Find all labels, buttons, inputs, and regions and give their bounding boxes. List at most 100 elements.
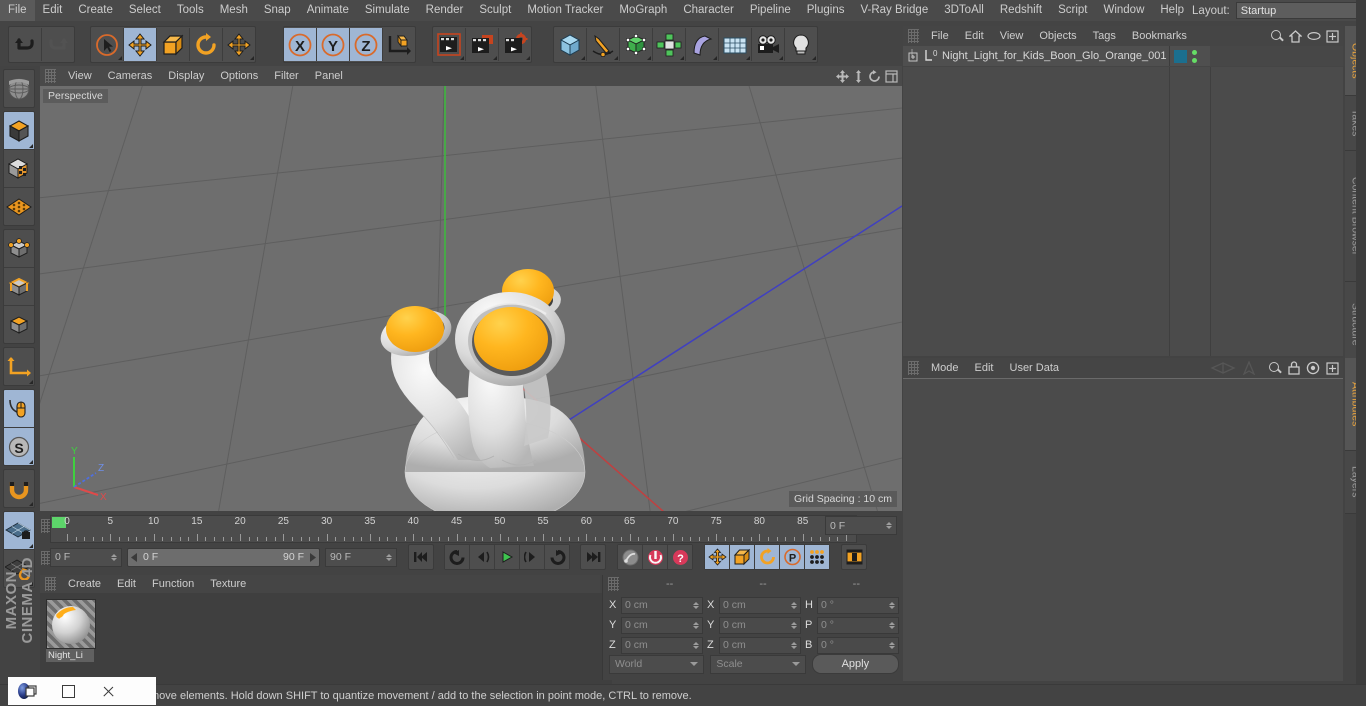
coordinate-system-select[interactable]: World — [609, 654, 705, 674]
light-button[interactable] — [785, 28, 817, 61]
target-icon[interactable] — [1306, 361, 1320, 375]
visibility-dot-editor[interactable] — [1192, 49, 1197, 55]
play-forwards-button[interactable] — [495, 545, 520, 569]
coord-size-y-input[interactable]: 0 cm — [719, 616, 801, 634]
primitive-cube-button[interactable] — [554, 28, 587, 61]
viewport-maximize-icon[interactable] — [885, 69, 898, 83]
step-forward-button[interactable] — [520, 545, 545, 569]
chevron-down-icon[interactable] — [791, 662, 800, 666]
timeline-frame-spinner[interactable] — [885, 520, 892, 531]
viewport-menu-view[interactable]: View — [60, 66, 100, 86]
current-frame-field[interactable]: 0 F — [50, 547, 122, 567]
attribute-menu-user-data[interactable]: User Data — [1002, 358, 1068, 378]
viewport-scale-icon[interactable] — [853, 69, 864, 83]
object-tree[interactable]: 0 Night_Light_for_Kids_Boon_Glo_Orange_0… — [903, 46, 1343, 356]
attribute-content[interactable] — [903, 378, 1343, 681]
loop-button[interactable] — [545, 545, 569, 569]
object-menu-file[interactable]: File — [923, 26, 957, 46]
material-item[interactable]: Night_Li — [46, 599, 96, 662]
coordinates-grip[interactable] — [608, 577, 619, 591]
material-menu-function[interactable]: Function — [144, 575, 202, 593]
object-menu-view[interactable]: View — [992, 26, 1032, 46]
object-column-divider-2[interactable] — [1210, 66, 1211, 356]
uv-polygon-mode-button[interactable] — [4, 188, 34, 225]
coord-rot-b-spinner[interactable] — [888, 640, 895, 651]
magnet-button[interactable] — [4, 470, 34, 507]
timeline-frame-field[interactable]: 0 F — [825, 516, 897, 535]
menu-item-help[interactable]: Help — [1152, 0, 1192, 21]
object-dots[interactable] — [1192, 49, 1197, 63]
coord-size-x-spinner[interactable] — [790, 600, 797, 611]
range-right-arrow-icon[interactable] — [307, 552, 316, 562]
lock-icon[interactable] — [1288, 361, 1300, 375]
coordinate-mode-select[interactable]: Scale — [710, 654, 806, 674]
material-tag-icon[interactable] — [1174, 49, 1187, 63]
coord-rot-h-spinner[interactable] — [888, 600, 895, 611]
nurbs-generator-button[interactable] — [620, 28, 653, 61]
viewport-menu-options[interactable]: Options — [212, 66, 266, 86]
rotate-tool-button[interactable] — [190, 28, 223, 61]
coord-size-y-spinner[interactable] — [790, 620, 797, 631]
menu-item-tools[interactable]: Tools — [169, 0, 212, 21]
menu-item-mesh[interactable]: Mesh — [212, 0, 256, 21]
menu-item-plugins[interactable]: Plugins — [799, 0, 853, 21]
object-menu-bookmarks[interactable]: Bookmarks — [1124, 26, 1195, 46]
live-selection-button[interactable] — [91, 28, 124, 61]
mograph-array-button[interactable] — [653, 28, 686, 61]
axis-x-button[interactable]: X — [284, 28, 317, 61]
render-settings-button[interactable] — [499, 28, 531, 61]
max-frame-spinner[interactable] — [385, 552, 392, 563]
step-back-button[interactable] — [470, 545, 495, 569]
attribute-manager-grip[interactable] — [908, 361, 919, 375]
coord-rot-p-spinner[interactable] — [888, 620, 895, 631]
timeline-range-slider[interactable]: 0 F 90 F — [127, 547, 320, 567]
goto-end-button[interactable] — [580, 544, 606, 570]
table-row[interactable]: 0 Night_Light_for_Kids_Boon_Glo_Orange_0… — [903, 46, 1343, 67]
eye-icon[interactable] — [1307, 31, 1321, 41]
menu-item-create[interactable]: Create — [70, 0, 121, 21]
coord-pos-z-input[interactable]: 0 cm — [621, 636, 703, 654]
object-axis-button[interactable] — [4, 348, 34, 385]
spline-pen-button[interactable] — [587, 28, 620, 61]
render-to-picture-viewer-button[interactable] — [466, 28, 499, 61]
timeline-ruler[interactable]: 051015202530354045505560657075808590 — [50, 515, 857, 543]
coord-size-z-input[interactable]: 0 cm — [719, 636, 801, 654]
viewport-rotate-icon[interactable] — [868, 69, 881, 83]
autokeying-button[interactable] — [618, 545, 643, 569]
render-view-button[interactable] — [433, 28, 466, 61]
menu-item-window[interactable]: Window — [1095, 0, 1152, 21]
move-tool-alt-button[interactable] — [223, 28, 255, 61]
apply-button[interactable]: Apply — [811, 654, 899, 674]
record-active-objects-button[interactable] — [643, 545, 668, 569]
menu-item-render[interactable]: Render — [418, 0, 472, 21]
menu-item-simulate[interactable]: Simulate — [357, 0, 418, 21]
bend-deformer-button[interactable] — [686, 28, 719, 61]
search-icon[interactable] — [1268, 361, 1282, 375]
goto-start-button[interactable] — [408, 544, 434, 570]
home-icon[interactable] — [1289, 29, 1302, 43]
camera-button[interactable] — [752, 28, 785, 61]
menu-item-edit[interactable]: Edit — [35, 0, 71, 21]
menu-item-pipeline[interactable]: Pipeline — [742, 0, 799, 21]
viewport-3d[interactable]: Perspective Grid Spacing : 10 cm Y X Z — [40, 86, 902, 511]
make-editable-button[interactable] — [4, 70, 34, 107]
new-panel-icon[interactable] — [1326, 361, 1339, 375]
timeline-window-button[interactable] — [841, 544, 867, 570]
model-mode-button[interactable] — [4, 112, 34, 150]
viewport-menu-cameras[interactable]: Cameras — [100, 66, 161, 86]
coord-pos-x-spinner[interactable] — [692, 600, 699, 611]
menu-item-v-ray-bridge[interactable]: V-Ray Bridge — [852, 0, 936, 21]
menu-item-sculpt[interactable]: Sculpt — [471, 0, 519, 21]
material-menu-create[interactable]: Create — [60, 575, 109, 593]
nav-up-icon[interactable] — [1242, 361, 1256, 375]
menu-item-file[interactable]: File — [0, 0, 35, 21]
chevron-down-icon[interactable] — [690, 662, 699, 666]
menu-item-animate[interactable]: Animate — [299, 0, 357, 21]
world-coordinate-button[interactable] — [383, 28, 415, 61]
object-menu-edit[interactable]: Edit — [957, 26, 992, 46]
axis-z-button[interactable]: Z — [350, 28, 383, 61]
material-menu-edit[interactable]: Edit — [109, 575, 144, 593]
scale-tool-button[interactable] — [157, 28, 190, 61]
object-column-divider-1[interactable] — [1169, 66, 1170, 356]
viewport-solo-button[interactable] — [4, 390, 34, 428]
